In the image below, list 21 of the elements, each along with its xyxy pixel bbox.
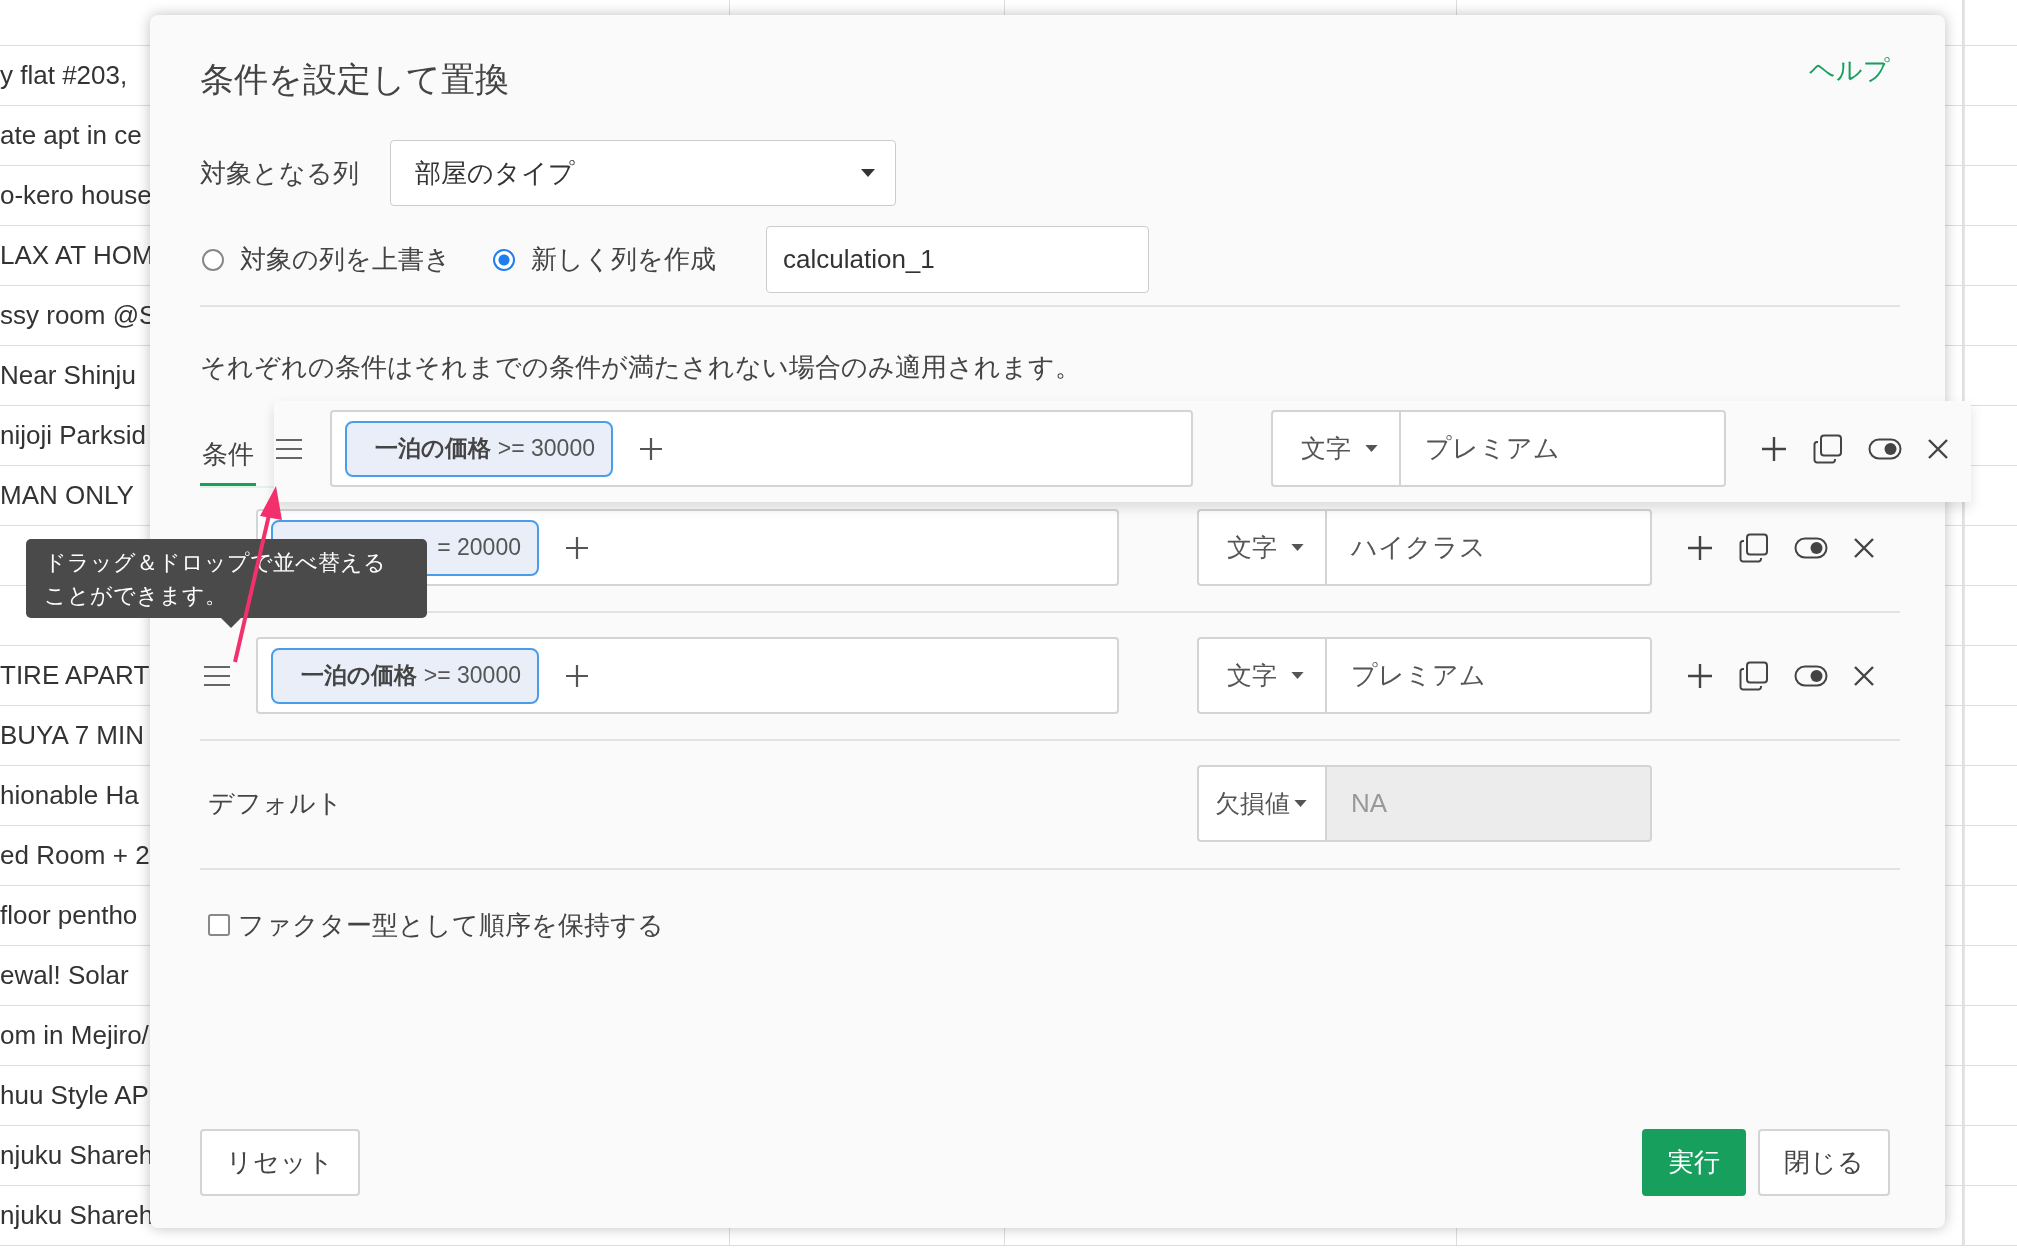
table-cell: ed Room + 2 xyxy=(0,840,150,871)
field-label: 対象となる列 xyxy=(200,156,360,190)
table-cell: floor pentho xyxy=(0,900,138,931)
table-cell: ate apt in ce xyxy=(0,120,142,151)
note-text: それぞれの条件はそれまでの条件が満たされない場合のみ適用されます。 xyxy=(200,351,1082,384)
table-cell: o-kero house xyxy=(0,180,152,211)
table-cell: nijoji Parksid xyxy=(0,420,146,451)
table-cell: hionable Ha xyxy=(0,780,139,811)
table-cell: ewal! Solar xyxy=(0,960,129,991)
table-cell: MAN ONLY xyxy=(0,480,134,511)
table-cell: TIRE APART xyxy=(0,660,150,691)
table-cell: Near Shinju xyxy=(0,360,136,391)
table-cell: y flat #203, xyxy=(0,60,128,91)
table-cell: njuku Shareh xyxy=(0,1140,154,1171)
table-cell: huu Style AP xyxy=(0,1080,149,1111)
default-label: デフォルト xyxy=(207,787,344,820)
table-cell: BUYA 7 MIN xyxy=(0,720,144,751)
table-cell: njuku Shareh xyxy=(0,1200,154,1231)
dialog-title: 条件を設定して置換 xyxy=(200,59,509,100)
tooltip-text: ことができます。 xyxy=(44,581,228,610)
table-cell: om in Mejiro/ xyxy=(0,1020,149,1051)
